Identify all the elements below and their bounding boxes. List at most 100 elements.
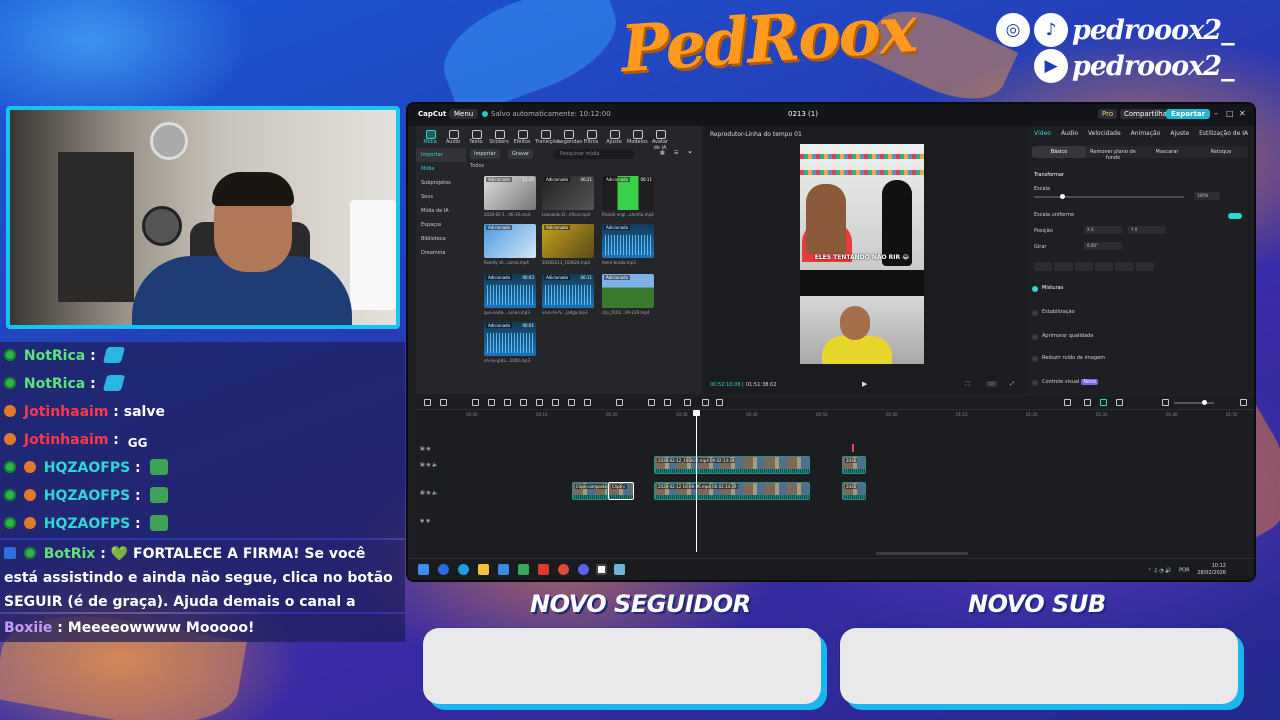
effect-icon[interactable] (716, 399, 723, 406)
import-button[interactable]: Importar (470, 149, 500, 159)
sort-icon[interactable]: ☰ (674, 150, 678, 156)
track-controls[interactable]: ▣ ◉ (420, 446, 460, 454)
denoise-checkbox[interactable] (1032, 356, 1038, 362)
audio-thumbnail[interactable]: Adicionado (602, 224, 654, 258)
start-icon[interactable] (418, 564, 429, 575)
media-thumbnail[interactable]: Adicionado 00:21 (542, 176, 594, 210)
position-y-input[interactable]: Y 0 (1128, 226, 1166, 234)
filter-icon[interactable]: ⏷ (688, 150, 692, 156)
tab-animation[interactable]: Animação (1131, 130, 1161, 137)
uniform-scale-toggle[interactable] (1228, 213, 1242, 219)
tab-audio[interactable]: Áudio (443, 126, 463, 148)
microphone-icon[interactable] (1064, 399, 1071, 406)
audio-icon[interactable] (702, 399, 709, 406)
subtab-retouch[interactable]: Retoque (1194, 146, 1248, 158)
mirror-icon[interactable] (648, 399, 655, 406)
delete-icon[interactable] (552, 399, 559, 406)
fullscreen-icon[interactable]: ⛶ (966, 381, 970, 387)
sidebar-item-media[interactable]: Mídia (416, 162, 466, 176)
sidebar-item-import[interactable]: Importar (416, 148, 466, 162)
align-right-icon[interactable] (1074, 262, 1093, 271)
capcut-icon[interactable] (596, 564, 607, 575)
video-preview[interactable]: ELES TENTANDO NÃO RIR 😂 (800, 144, 924, 364)
rotate-input[interactable]: 0.00° (1084, 242, 1122, 250)
select-icon[interactable] (440, 399, 447, 406)
timeline-clip[interactable]: 2026 (842, 482, 866, 500)
audio-thumbnail[interactable]: Adicionado 00:01 (484, 322, 536, 356)
subtab-basic[interactable]: Básico (1032, 146, 1086, 158)
tab-adjust[interactable]: Ajuste (1170, 130, 1189, 137)
store-icon[interactable] (498, 564, 509, 575)
sidebar-item-yours[interactable]: Seus (416, 190, 466, 204)
add-icon[interactable] (424, 399, 431, 406)
snap-icon[interactable] (1100, 399, 1107, 406)
tab-transitions[interactable]: Transições (535, 126, 561, 148)
tab-ai-avatar[interactable]: Avatar de IA (650, 126, 670, 151)
brave-icon[interactable] (538, 564, 549, 575)
sidebar-item-dreamina[interactable]: Dreamina (416, 246, 466, 260)
track-controls[interactable]: ▣ ◉ 🔈 (420, 462, 460, 470)
search-icon[interactable] (438, 564, 449, 575)
scale-slider[interactable] (1034, 194, 1184, 199)
tray-icons[interactable]: ⌃ ♫ ◔ 🔊 (1148, 568, 1172, 574)
sidebar-item-subprojects[interactable]: Subprojetos (416, 176, 466, 190)
timeline-clip[interactable]: 2026-02-12_160024.mp4 00:02:14:29 (654, 456, 810, 474)
sidebar-item-library[interactable]: Biblioteca (416, 232, 466, 246)
zoom-slider-handle[interactable] (1202, 400, 1207, 405)
subtab-remove-bg[interactable]: Remover plano de fundo (1086, 146, 1140, 161)
pro-button[interactable]: Pro (1098, 109, 1118, 119)
tab-ai-style[interactable]: Estilização de IA (1199, 130, 1248, 137)
app-icon[interactable] (518, 564, 529, 575)
timeline-scrollbar[interactable] (876, 552, 968, 555)
rotate-icon[interactable] (664, 399, 671, 406)
close-icon[interactable]: ✕ (1239, 109, 1246, 118)
freeze-icon[interactable] (616, 399, 623, 406)
tab-stickers[interactable]: Stickers (489, 126, 509, 148)
tab-filters[interactable]: Filtros (581, 126, 601, 148)
track-controls[interactable]: ▣ ◉ 🔈 (420, 490, 460, 498)
scale-input[interactable]: 100% (1194, 192, 1220, 200)
app-icon[interactable] (614, 564, 625, 575)
timeline-clip[interactable]: 2026 (842, 456, 866, 474)
grid-view-icon[interactable]: ▦ (660, 150, 665, 156)
mark-icon[interactable] (568, 399, 575, 406)
tab-effects[interactable]: Efeitos (512, 126, 532, 148)
play-icon[interactable]: ▶ (862, 380, 867, 388)
track-controls[interactable]: ◉ ◉ (420, 518, 460, 526)
enhance-checkbox[interactable] (1032, 334, 1038, 340)
align-left-icon[interactable] (1034, 262, 1053, 271)
stabilize-checkbox[interactable] (1032, 310, 1038, 316)
redo-icon[interactable] (488, 399, 495, 406)
discord-icon[interactable] (578, 564, 589, 575)
media-thumbnail[interactable]: Adicionado 12:25 (484, 176, 536, 210)
preview-axis-icon[interactable] (1116, 399, 1123, 406)
zoom-out-icon[interactable] (1162, 399, 1169, 406)
tab-media[interactable]: Mídia (420, 126, 440, 148)
align-middle-icon[interactable] (1115, 262, 1134, 271)
align-top-icon[interactable] (1094, 262, 1114, 271)
subtab-mask[interactable]: Mascarar (1140, 146, 1194, 158)
zoom-slider[interactable] (1174, 402, 1214, 404)
split-right-icon[interactable] (536, 399, 543, 406)
playhead[interactable] (693, 410, 700, 552)
tab-text[interactable]: Texto (466, 126, 486, 148)
fit-icon[interactable] (1240, 399, 1247, 406)
media-thumbnail[interactable]: Adicionado (542, 224, 594, 258)
ratio-icon[interactable]: ▭ (986, 381, 997, 387)
align-center-icon[interactable] (1054, 262, 1073, 271)
tab-adjust[interactable]: Ajuste (604, 126, 624, 148)
tab-video[interactable]: Vídeo (1034, 130, 1051, 137)
position-x-input[interactable]: X 0 (1084, 226, 1122, 234)
split-icon[interactable] (504, 399, 511, 406)
tab-captions[interactable]: Legendas (558, 126, 582, 148)
sidebar-item-spaces[interactable]: Espaços (416, 218, 466, 232)
audio-thumbnail[interactable]: Adicionado 00:03 (484, 274, 536, 308)
export-button[interactable]: Exportar (1166, 109, 1211, 119)
split-left-icon[interactable] (520, 399, 527, 406)
audio-thumbnail[interactable]: Adicionado 00:11 (542, 274, 594, 308)
keyboard-language[interactable]: POR (1179, 568, 1189, 574)
minimize-icon[interactable]: – (1214, 109, 1218, 118)
media-thumbnail[interactable]: Adicionado (602, 274, 654, 308)
timeline-clip-selected[interactable]: Clipe c (608, 482, 634, 500)
visual-control-checkbox[interactable] (1032, 380, 1038, 386)
